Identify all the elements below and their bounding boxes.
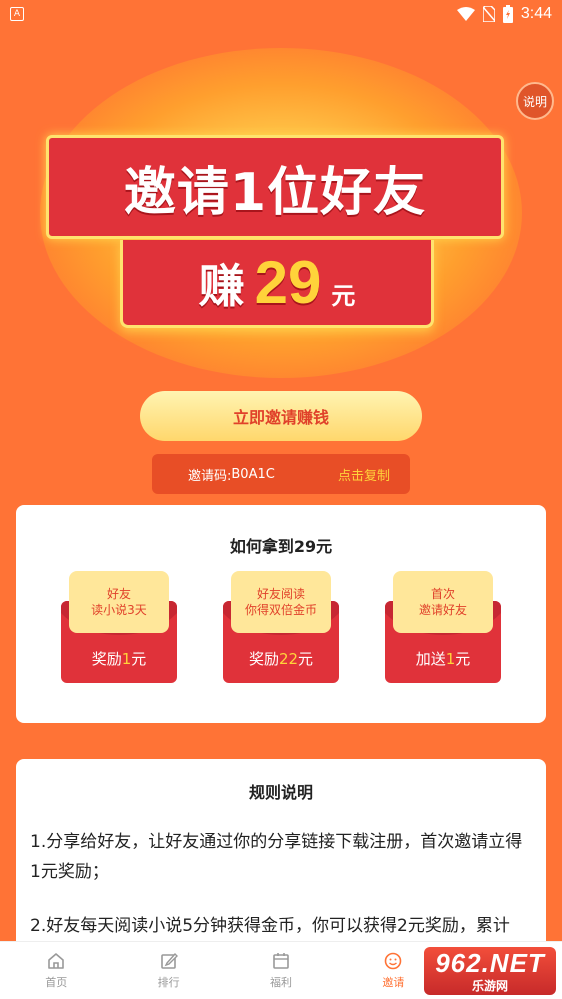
banner-title-box: 邀请1位好友: [46, 135, 504, 239]
banner-title: 邀请1位好友: [123, 162, 427, 223]
nav-welfare[interactable]: 福利: [225, 942, 337, 999]
site-watermark-logo: 962.NET 乐游网: [424, 947, 556, 995]
help-button[interactable]: 说明: [516, 82, 554, 120]
reward-prefix: 奖励: [248, 650, 279, 668]
earn-verb: 赚: [198, 258, 245, 313]
rule-item: 2.好友每天阅读小说5分钟获得金币，你可以获得2元奖励，累计: [30, 916, 510, 936]
reward-amount: 22: [278, 650, 299, 668]
nav-label: 首页: [45, 976, 68, 989]
status-icons: 3:44: [456, 5, 552, 23]
envelope-flap: 首次 邀请好友: [393, 571, 493, 633]
envelope-reward: 奖励22元: [223, 648, 339, 669]
reward-envelope-2: 奖励22元 好友阅读 你得双倍金币: [223, 571, 339, 683]
earn-amount: 29: [254, 249, 322, 316]
invite-code-bar: 邀请码: B0A1C 点击复制: [152, 454, 410, 494]
reward-unit: 元: [131, 650, 147, 668]
rules-title: 规则说明: [248, 783, 313, 802]
how-to-earn-title: 如何拿到29元: [229, 537, 333, 556]
reward-envelope-3: 加送1元 首次 邀请好友: [385, 571, 501, 683]
clock: 3:44: [520, 5, 552, 22]
app-notification-icon: A: [10, 7, 24, 21]
calendar-icon: [273, 953, 289, 969]
reward-unit: 元: [298, 650, 314, 668]
hero-banner: 说明 邀请1位好友 赚 29 元: [0, 28, 562, 388]
envelope-reward: 奖励1元: [61, 648, 177, 669]
copy-code-button[interactable]: 点击复制: [338, 465, 390, 484]
invite-code-value: B0A1C: [231, 466, 275, 482]
watermark-main: 962.NET: [435, 948, 545, 978]
nav-home[interactable]: 首页: [0, 942, 112, 999]
earn-box: 赚 29 元: [120, 240, 434, 328]
how-to-earn-card: 如何拿到29元 奖励1元 好友 读小说3天 奖励22元 好友阅读 你得双倍金币 …: [16, 505, 546, 723]
reward-envelope-1: 奖励1元 好友 读小说3天: [61, 571, 177, 683]
edit-icon: [160, 952, 178, 969]
watermark-sub: 乐游网: [471, 979, 508, 993]
reward-unit: 元: [455, 650, 471, 668]
nav-label: 排行: [157, 976, 180, 989]
envelope-flap: 好友 读小说3天: [69, 571, 169, 633]
home-icon: [48, 953, 65, 969]
rule-item: 1.分享给好友，让好友通过你的分享链接下载注册，首次邀请立得1元奖励；: [30, 832, 523, 882]
nav-label: 邀请: [382, 976, 405, 989]
no-sim-icon: [482, 6, 495, 22]
reward-amount: 1: [121, 650, 132, 668]
envelope-reward: 加送1元: [385, 648, 501, 669]
reward-prefix: 加送: [415, 650, 446, 668]
nav-label: 福利: [270, 976, 293, 989]
reward-amount: 1: [445, 650, 456, 668]
reward-prefix: 奖励: [91, 650, 122, 668]
invite-now-button[interactable]: 立即邀请赚钱: [140, 391, 422, 441]
nav-ranking[interactable]: 排行: [112, 942, 224, 999]
envelope-flap: 好友阅读 你得双倍金币: [231, 571, 331, 633]
status-bar: A 3:44: [0, 0, 562, 28]
earn-unit: 元: [331, 282, 356, 310]
battery-icon: [502, 5, 513, 23]
invite-code-label: 邀请码:: [188, 468, 232, 484]
wifi-icon: [456, 7, 475, 21]
smile-icon: [385, 952, 402, 970]
